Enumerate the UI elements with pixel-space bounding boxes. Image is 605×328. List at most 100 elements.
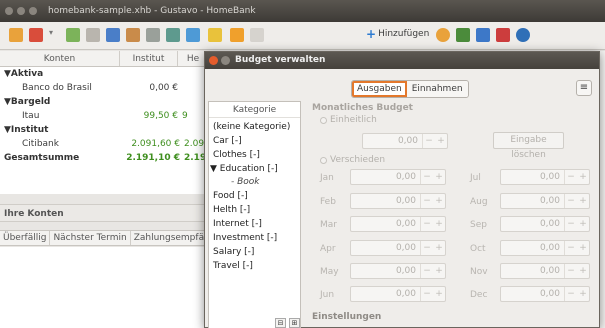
- menu-icon[interactable]: ≡: [576, 80, 592, 96]
- tab-income[interactable]: Einnahmen: [406, 81, 468, 97]
- month-stepper[interactable]: 0,00− +: [350, 216, 446, 232]
- month-value[interactable]: 0,00: [501, 194, 565, 208]
- category-header[interactable]: Kategorie: [209, 102, 300, 118]
- month-value[interactable]: 0,00: [501, 241, 565, 255]
- assign-icon[interactable]: [208, 28, 222, 42]
- table-row[interactable]: ▼Bargeld: [0, 95, 208, 109]
- save-icon[interactable]: [66, 28, 80, 42]
- minus-icon[interactable]: −: [565, 264, 577, 278]
- month-stepper[interactable]: 0,00− +: [500, 216, 590, 232]
- plus-icon[interactable]: +: [433, 287, 445, 301]
- minus-icon[interactable]: −: [565, 287, 577, 301]
- table-row[interactable]: ▼Institut: [0, 123, 208, 137]
- month-stepper[interactable]: 0,00− +: [500, 286, 590, 302]
- month-value[interactable]: 0,00: [351, 264, 421, 278]
- minimize-icon[interactable]: [17, 7, 25, 15]
- minus-icon[interactable]: −: [421, 241, 433, 255]
- budget-icon[interactable]: [186, 28, 200, 42]
- minus-icon[interactable]: −: [565, 217, 577, 231]
- category-item[interactable]: Travel [-]: [213, 260, 253, 272]
- column-overdue[interactable]: Überfällig: [0, 231, 51, 245]
- minus-icon[interactable]: −: [565, 194, 577, 208]
- month-stepper[interactable]: 0,00− +: [500, 263, 590, 279]
- category-item[interactable]: Car [-]: [213, 135, 242, 147]
- currency-icon[interactable]: [230, 28, 244, 42]
- maximize-icon[interactable]: [29, 7, 37, 15]
- month-value[interactable]: 0,00: [351, 194, 421, 208]
- month-value[interactable]: 0,00: [351, 241, 421, 255]
- table-row[interactable]: Citibank 2.091,60 € 2.09: [0, 137, 208, 151]
- month-stepper[interactable]: 0,00− +: [350, 169, 446, 185]
- month-stepper[interactable]: 0,00− +: [350, 193, 446, 209]
- same-amount-stepper[interactable]: 0,00 − +: [362, 133, 448, 149]
- clear-input-button[interactable]: Eingabe löschen: [493, 132, 564, 160]
- month-value[interactable]: 0,00: [351, 170, 421, 184]
- plus-icon[interactable]: +: [577, 170, 589, 184]
- minus-icon[interactable]: −: [565, 170, 577, 184]
- book-icon[interactable]: [250, 28, 264, 42]
- plus-icon[interactable]: +: [433, 264, 445, 278]
- plus-icon[interactable]: +: [577, 194, 589, 208]
- plus-icon[interactable]: +: [577, 264, 589, 278]
- category-item[interactable]: Internet [-]: [213, 218, 262, 230]
- month-value[interactable]: 0,00: [501, 287, 565, 301]
- subcategory-item[interactable]: - Book: [231, 176, 260, 188]
- window-controls[interactable]: [5, 7, 37, 15]
- accounts-icon[interactable]: [106, 28, 120, 42]
- column-payee[interactable]: Zahlungsempfänge: [131, 231, 208, 245]
- dropdown-arrow-icon[interactable]: ▾: [49, 28, 57, 42]
- expand-icon[interactable]: ⊞: [289, 318, 300, 328]
- radio-different[interactable]: Verschieden: [320, 155, 385, 165]
- category-item[interactable]: (keine Kategorie): [213, 121, 290, 133]
- month-value[interactable]: 0,00: [351, 287, 421, 301]
- category-item[interactable]: Salary [-]: [213, 246, 254, 258]
- plus-icon[interactable]: +: [435, 134, 447, 148]
- column-next-date[interactable]: Nächster Termin: [50, 231, 131, 245]
- add-button[interactable]: + Hinzufügen: [366, 28, 429, 40]
- bar-chart-icon[interactable]: [476, 28, 490, 42]
- minus-icon[interactable]: −: [421, 287, 433, 301]
- table-row[interactable]: Gesamtsumme 2.191,10 € 2.19: [0, 151, 208, 165]
- minus-icon[interactable]: −: [421, 194, 433, 208]
- collapse-icon[interactable]: ⊟: [275, 318, 286, 328]
- category-item[interactable]: Clothes [-]: [213, 149, 260, 161]
- month-value[interactable]: 0,00: [501, 217, 565, 231]
- column-institution[interactable]: Institut: [120, 51, 178, 66]
- plus-icon[interactable]: +: [577, 217, 589, 231]
- open-folder-icon[interactable]: [29, 28, 43, 42]
- month-stepper[interactable]: 0,00− +: [500, 169, 590, 185]
- minus-icon[interactable]: −: [423, 134, 435, 148]
- month-stepper[interactable]: 0,00− +: [500, 193, 590, 209]
- month-value[interactable]: 0,00: [501, 264, 565, 278]
- category-item[interactable]: Food [-]: [213, 190, 248, 202]
- statistics-pie-icon[interactable]: [436, 28, 450, 42]
- categories-icon[interactable]: [146, 28, 160, 42]
- new-file-icon[interactable]: [9, 28, 23, 42]
- month-value[interactable]: 0,00: [501, 170, 565, 184]
- balance-icon[interactable]: [496, 28, 510, 42]
- plus-icon[interactable]: +: [433, 217, 445, 231]
- same-amount-value[interactable]: 0,00: [363, 134, 423, 148]
- payees-icon[interactable]: [126, 28, 140, 42]
- table-row[interactable]: Banco do Brasil 0,00 €: [0, 81, 208, 95]
- plus-icon[interactable]: +: [577, 241, 589, 255]
- minimize-icon[interactable]: [221, 56, 230, 65]
- category-item[interactable]: ▼ Education [-]: [210, 163, 278, 175]
- plus-icon[interactable]: +: [433, 194, 445, 208]
- category-item[interactable]: Helth [-]: [213, 204, 250, 216]
- category-item[interactable]: Investment [-]: [213, 232, 277, 244]
- close-icon[interactable]: [5, 7, 13, 15]
- plus-icon[interactable]: +: [433, 170, 445, 184]
- archives-icon[interactable]: [166, 28, 180, 42]
- minus-icon[interactable]: −: [421, 264, 433, 278]
- month-stepper[interactable]: 0,00− +: [350, 263, 446, 279]
- minus-icon[interactable]: −: [421, 217, 433, 231]
- minus-icon[interactable]: −: [565, 241, 577, 255]
- trend-icon[interactable]: [456, 28, 470, 42]
- properties-icon[interactable]: [86, 28, 100, 42]
- minus-icon[interactable]: −: [421, 170, 433, 184]
- vehicle-cost-icon[interactable]: [516, 28, 530, 42]
- close-icon[interactable]: [209, 56, 218, 65]
- column-accounts[interactable]: Konten: [0, 51, 120, 66]
- month-stepper[interactable]: 0,00− +: [350, 286, 446, 302]
